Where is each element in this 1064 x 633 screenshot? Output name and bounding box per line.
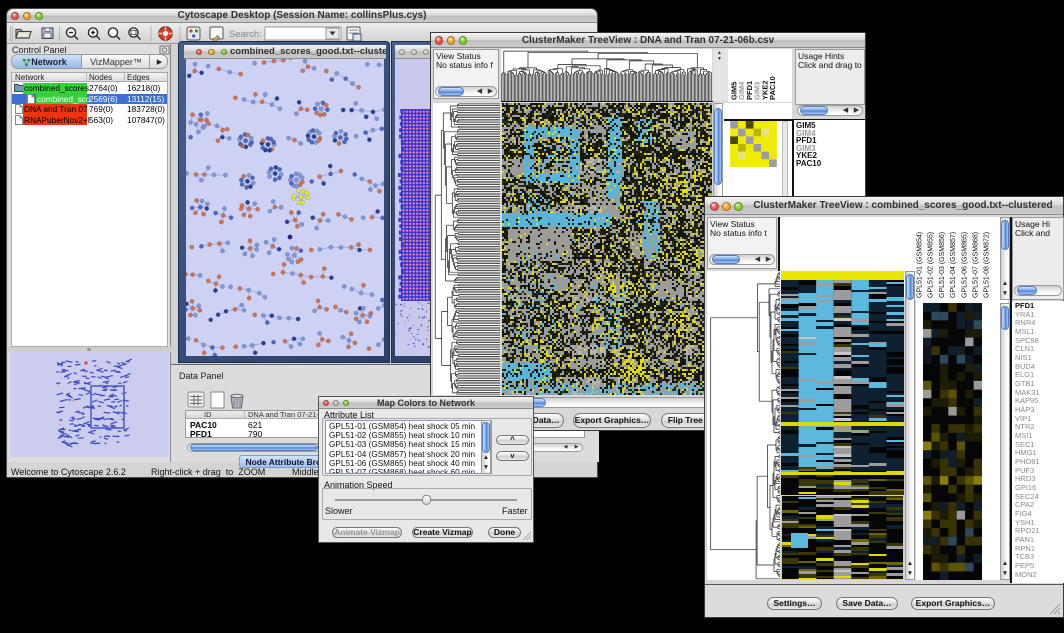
svg-text:PAC10: PAC10: [768, 76, 777, 100]
svg-text:GPL51-06 (GSM865): GPL51-06 (GSM865): [961, 232, 968, 298]
svg-text:GPL51-02 (GSM855): GPL51-02 (GSM855): [928, 232, 935, 298]
svg-text:GPL51-07 (GSM868): GPL51-07 (GSM868): [973, 232, 980, 298]
svg-text:GPL51-08 (GSM872): GPL51-08 (GSM872): [984, 232, 991, 298]
svg-text:Search:: Search:: [229, 29, 262, 40]
svg-text:GPL51-01 (GSM854): GPL51-01 (GSM854): [917, 232, 924, 298]
svg-text:GPL51-04 (GSM857): GPL51-04 (GSM857): [950, 232, 957, 298]
svg-text:GPL51-03 (GSM856): GPL51-03 (GSM856): [939, 232, 946, 298]
